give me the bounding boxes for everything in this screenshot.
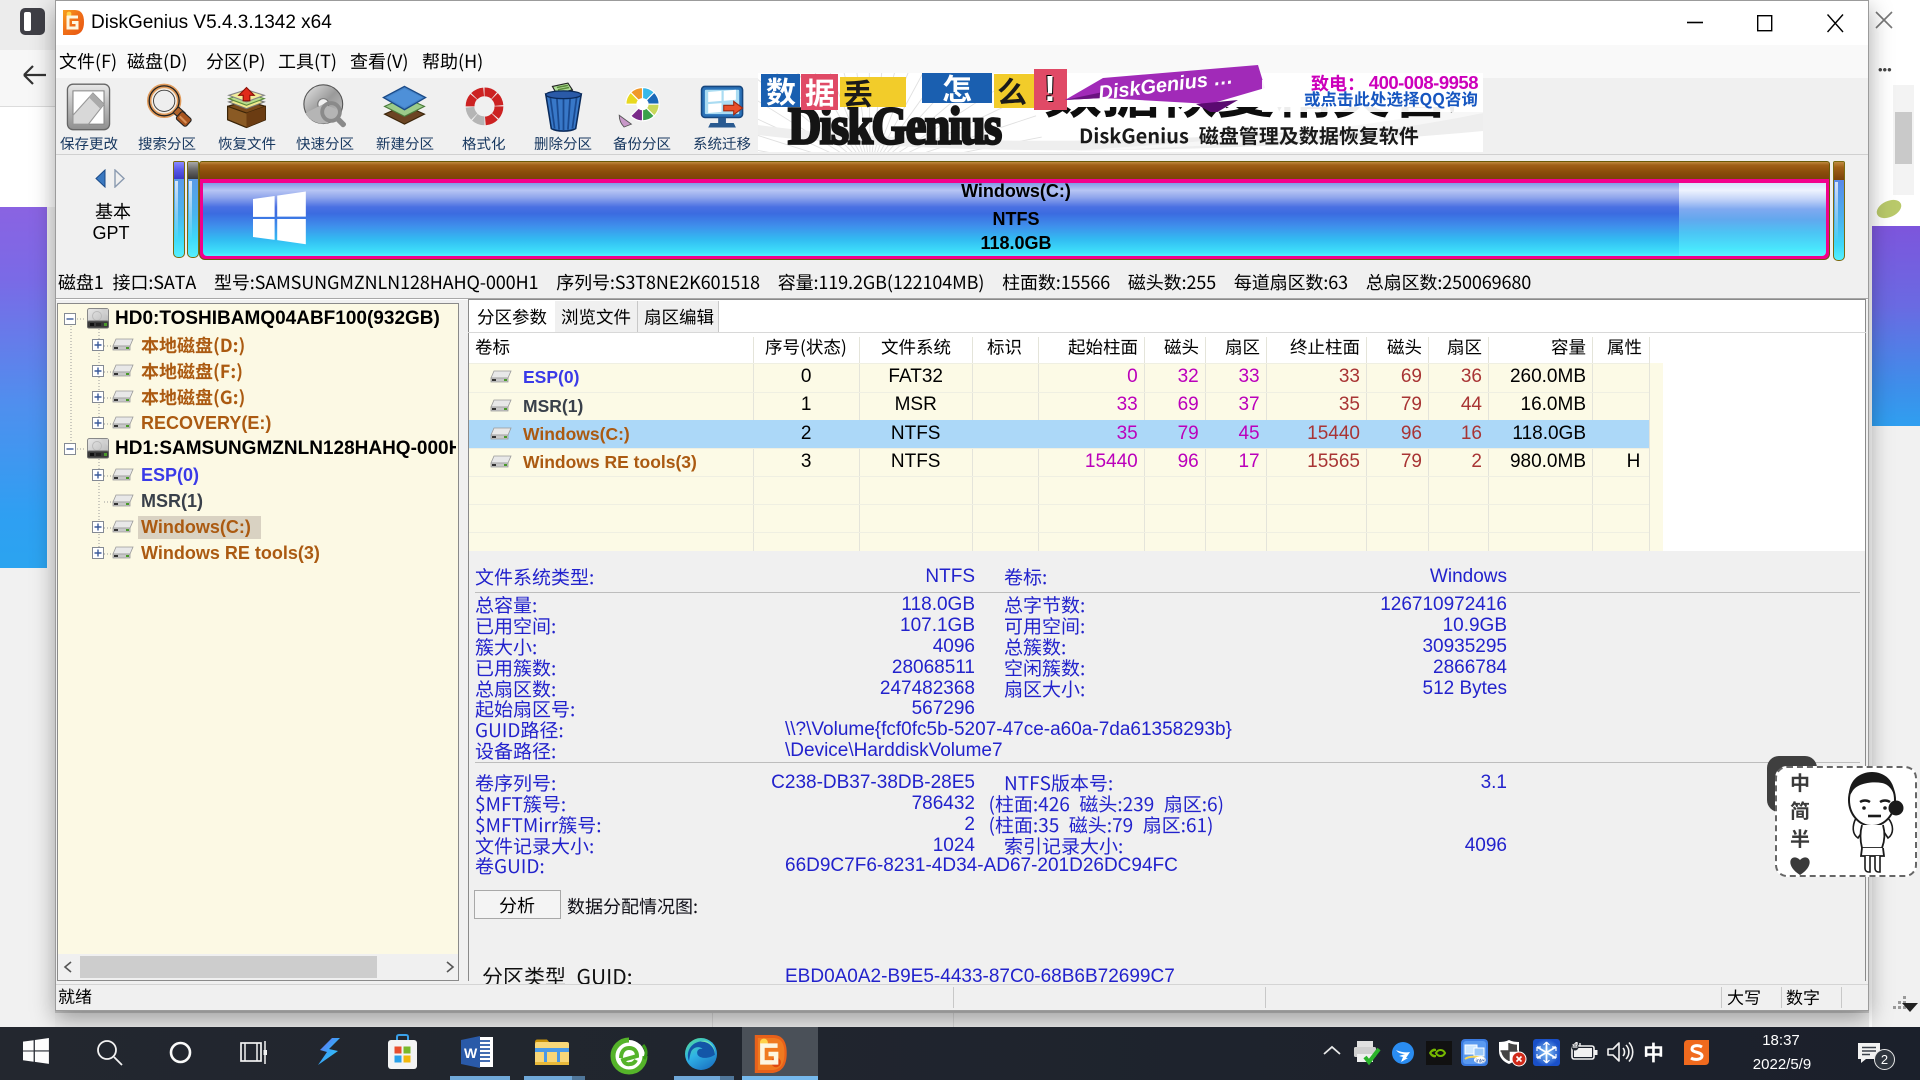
svg-text:W: W	[464, 1045, 478, 1061]
svg-text:intel: intel	[1476, 1059, 1486, 1065]
